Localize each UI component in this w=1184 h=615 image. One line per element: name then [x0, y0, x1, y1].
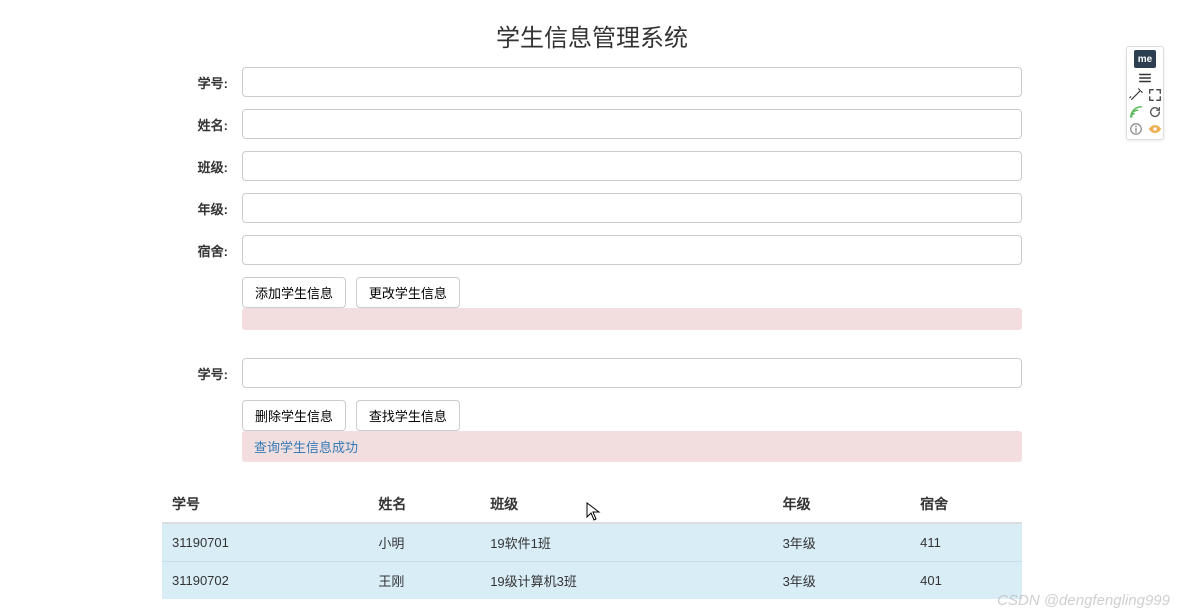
input-name[interactable]: [242, 109, 1022, 139]
input-student-id[interactable]: [242, 67, 1022, 97]
label-class: 班级:: [162, 157, 242, 176]
cell-id: 31190701: [162, 523, 368, 562]
input-grade[interactable]: [242, 193, 1022, 223]
input-dorm[interactable]: [242, 235, 1022, 265]
expand-icon[interactable]: [1148, 88, 1162, 102]
th-class: 班级: [480, 486, 772, 523]
table-row: 31190701小明19软件1班3年级411: [162, 523, 1022, 562]
label-grade: 年级:: [162, 199, 242, 218]
th-grade: 年级: [773, 486, 911, 523]
table-row: 31190702王刚19级计算机3班3年级401: [162, 562, 1022, 600]
watermark: CSDN @dengfengling999: [997, 592, 1170, 609]
form2-status: 查询学生信息成功: [242, 431, 1022, 462]
form1-status: [242, 308, 1022, 330]
signal-icon[interactable]: [1129, 105, 1143, 119]
student-table: 学号 姓名 班级 年级 宿舍 31190701小明19软件1班3年级411311…: [162, 486, 1022, 599]
cell-name: 小明: [368, 523, 480, 562]
cell-id: 31190702: [162, 562, 368, 600]
label-name: 姓名:: [162, 115, 242, 134]
cell-name: 王刚: [368, 562, 480, 600]
cell-grade: 3年级: [773, 523, 911, 562]
menu-icon[interactable]: [1138, 71, 1152, 85]
side-toolbar: me: [1126, 46, 1164, 140]
page-title: 学生信息管理系统: [0, 18, 1184, 53]
input-search-id[interactable]: [242, 358, 1022, 388]
cell-dorm: 401: [910, 562, 1022, 600]
info-icon[interactable]: [1129, 122, 1143, 136]
magic-wand-icon[interactable]: [1129, 88, 1143, 102]
th-name: 姓名: [368, 486, 480, 523]
delete-student-button[interactable]: 删除学生信息: [242, 400, 346, 431]
cell-class: 19级计算机3班: [480, 562, 772, 600]
label-student-id: 学号:: [162, 73, 242, 92]
search-student-button[interactable]: 查找学生信息: [356, 400, 460, 431]
me-badge-icon[interactable]: me: [1134, 50, 1156, 68]
th-id: 学号: [162, 486, 368, 523]
label-dorm: 宿舍:: [162, 241, 242, 260]
cell-dorm: 411: [910, 523, 1022, 562]
cell-class: 19软件1班: [480, 523, 772, 562]
cell-grade: 3年级: [773, 562, 911, 600]
add-student-button[interactable]: 添加学生信息: [242, 277, 346, 308]
eye-icon[interactable]: [1148, 122, 1162, 136]
input-class[interactable]: [242, 151, 1022, 181]
refresh-icon[interactable]: [1148, 105, 1162, 119]
update-student-button[interactable]: 更改学生信息: [356, 277, 460, 308]
th-dorm: 宿舍: [910, 486, 1022, 523]
label-search-id: 学号:: [162, 364, 242, 383]
